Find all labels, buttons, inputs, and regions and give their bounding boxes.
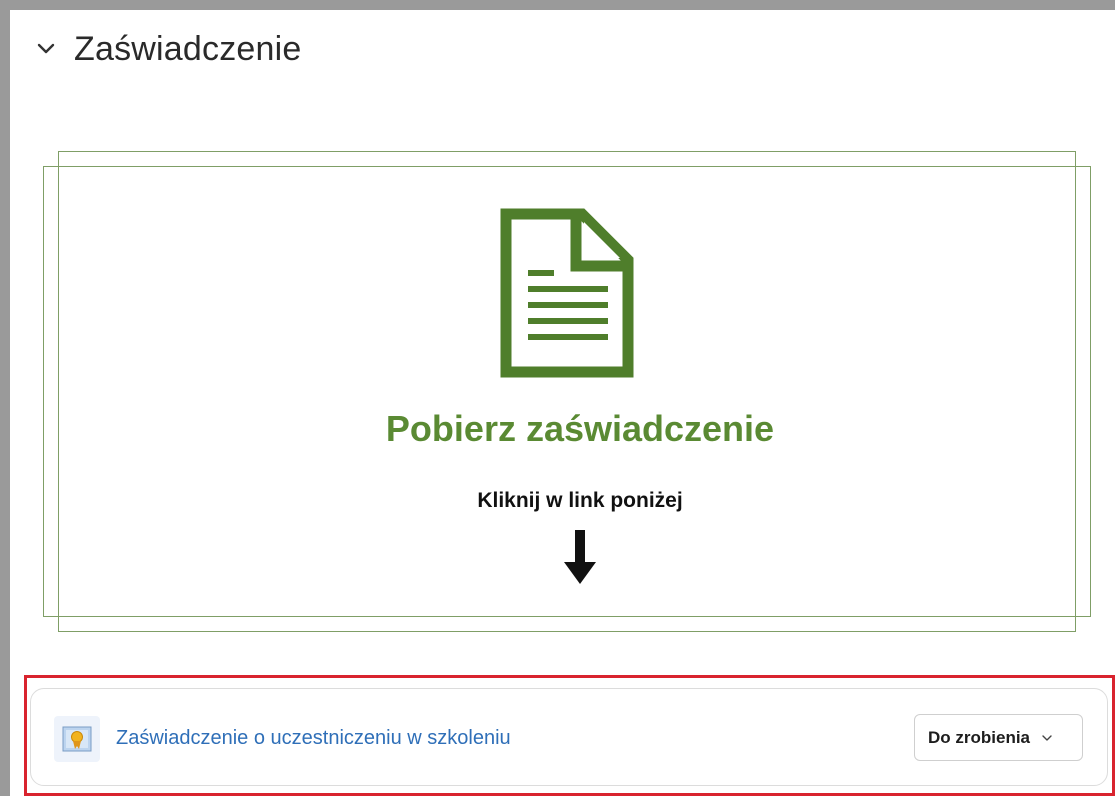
banner-heading: Pobierz zaświadczenie	[385, 408, 775, 449]
certificate-link[interactable]: Zaświadczenie o uczestniczeniu w szkolen…	[116, 727, 511, 750]
arrow-down-icon	[563, 530, 597, 586]
completion-status-dropdown[interactable]: Do zrobienia	[914, 714, 1083, 761]
certificate-icon[interactable]	[54, 716, 100, 762]
status-label: Do zrobienia	[928, 727, 1031, 747]
certificate-banner: Pobierz zaświadczenie Kliknij w link pon…	[0, 0, 1115, 680]
banner-subheading: Kliknij w link poniżej	[477, 489, 683, 512]
chevron-down-icon	[1040, 731, 1054, 745]
document-icon	[500, 208, 634, 378]
